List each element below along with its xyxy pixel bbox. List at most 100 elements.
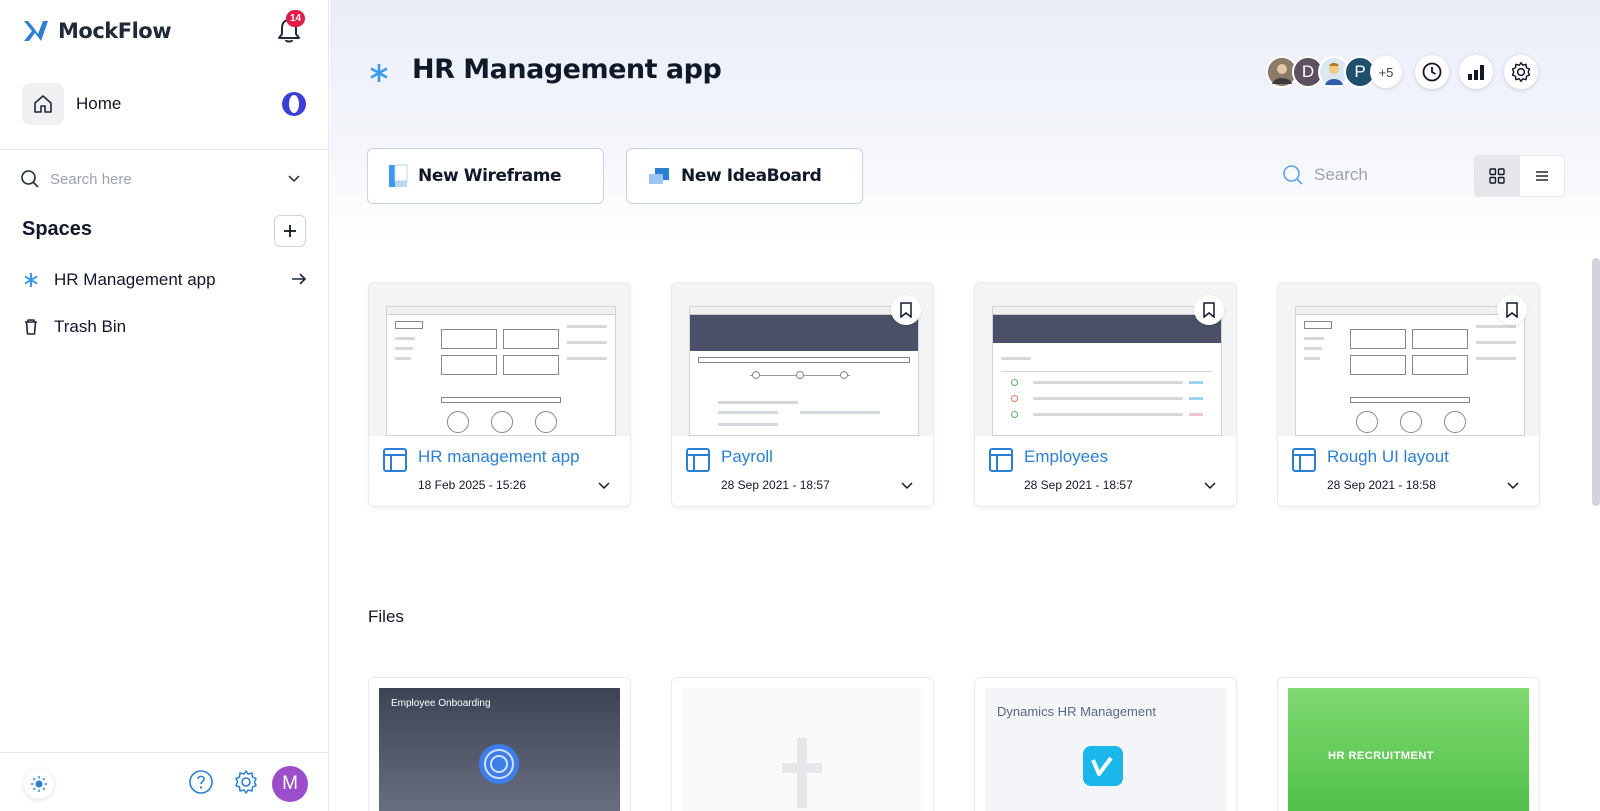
view-toggle: [1474, 155, 1565, 197]
file-caption: Employee Onboarding: [391, 698, 491, 709]
chevron-down-icon: [1204, 482, 1216, 490]
chevron-down-icon: [598, 482, 610, 490]
brand-logo[interactable]: MockFlow: [22, 18, 172, 44]
spaces-heading: Spaces: [22, 218, 93, 240]
asterisk-icon: [370, 64, 388, 82]
user-avatar[interactable]: M: [272, 766, 308, 802]
project-date: 28 Sep 2021 - 18:57: [721, 478, 830, 492]
project-date: 18 Feb 2025 - 15:26: [418, 478, 527, 492]
project-date: 28 Sep 2021 - 18:57: [1024, 478, 1133, 492]
settings-button[interactable]: [1504, 55, 1538, 89]
home-label: Home: [76, 94, 122, 113]
project-search-input[interactable]: Search: [1282, 160, 1462, 190]
sidebar-divider: [0, 149, 329, 150]
search-icon: [1283, 165, 1303, 185]
bookmark-button[interactable]: [891, 295, 921, 325]
chevron-down-icon: [1507, 482, 1519, 490]
file-caption: Dynamics HR Management: [997, 704, 1156, 719]
asterisk-icon: [24, 273, 38, 287]
trash-icon: [25, 319, 37, 335]
project-options-button[interactable]: [893, 471, 921, 499]
theme-toggle-button[interactable]: [24, 769, 54, 799]
wireframe-preview: [385, 306, 616, 436]
mockflow-logo-icon: [24, 21, 48, 41]
file-card[interactable]: Employee Onboarding: [368, 677, 631, 811]
sidebar-search-placeholder: Search here: [50, 170, 132, 188]
chevron-down-icon[interactable]: [286, 170, 302, 186]
files-heading: Files: [368, 607, 404, 626]
notifications-button[interactable]: 14: [276, 10, 306, 46]
placeholder-image-icon: [782, 738, 822, 808]
project-card[interactable]: Employees 28 Sep 2021 - 18:57: [974, 282, 1237, 507]
vimeo-icon: [1083, 746, 1123, 786]
analytics-button[interactable]: [1459, 55, 1493, 89]
bookmark-button[interactable]: [1194, 295, 1224, 325]
ideaboard-icon: [649, 168, 669, 184]
page-title: HR Management app: [412, 54, 722, 85]
bookmark-icon: [1203, 302, 1215, 318]
project-options-button[interactable]: [1196, 471, 1224, 499]
brand-name: MockFlow: [58, 19, 172, 43]
grid-view-button[interactable]: [1475, 156, 1520, 196]
add-space-button[interactable]: [274, 215, 306, 247]
sidebar-footer: M: [0, 752, 329, 811]
history-button[interactable]: [1415, 55, 1449, 89]
sidebar-item-trash-bin[interactable]: Trash Bin: [22, 313, 308, 341]
project-title[interactable]: Payroll: [721, 447, 773, 467]
wireframe-preview: [688, 306, 919, 436]
project-title[interactable]: Employees: [1024, 447, 1108, 467]
sidebar-item-label: HR Management app: [54, 270, 216, 289]
sidebar-item-hr-management-app[interactable]: HR Management app: [22, 266, 308, 294]
bookmark-button[interactable]: [1497, 295, 1527, 325]
wireframe-preview: [1294, 306, 1525, 436]
notification-count-badge: 14: [286, 10, 306, 27]
wireframe-icon: [389, 164, 408, 187]
more-collaborators-badge[interactable]: +5: [1370, 56, 1402, 88]
sidebar-item-home[interactable]: Home: [22, 82, 312, 126]
file-thumbnail: Employee Onboarding: [379, 688, 620, 811]
home-icon: [22, 83, 64, 125]
bookmark-icon: [900, 302, 912, 318]
collaborator-avatars[interactable]: D P +5: [1266, 56, 1402, 90]
gear-icon[interactable]: [233, 769, 259, 795]
help-icon[interactable]: [188, 769, 214, 795]
project-card[interactable]: Rough UI layout 28 Sep 2021 - 18:58: [1277, 282, 1540, 507]
file-card[interactable]: HR RECRUITMENT: [1277, 677, 1540, 811]
new-ideaboard-label: New IdeaBoard: [681, 166, 822, 186]
signal-bars-icon: [1468, 65, 1484, 80]
grid-icon: [1489, 168, 1505, 184]
sun-icon: [31, 776, 47, 792]
file-thumbnail: [682, 688, 923, 811]
file-thumbnail: HR RECRUITMENT: [1288, 688, 1529, 811]
project-thumbnail[interactable]: [369, 283, 630, 436]
file-card[interactable]: [671, 677, 934, 811]
new-wireframe-button[interactable]: New Wireframe: [367, 148, 604, 204]
project-card[interactable]: HR management app 18 Feb 2025 - 15:26: [368, 282, 631, 507]
search-icon: [21, 170, 39, 188]
sidebar-search-input[interactable]: Search here: [20, 166, 302, 192]
project-date: 28 Sep 2021 - 18:58: [1327, 478, 1436, 492]
sidebar-item-label: Trash Bin: [54, 317, 127, 336]
new-wireframe-label: New Wireframe: [418, 166, 562, 186]
file-caption: HR RECRUITMENT: [1328, 750, 1434, 762]
list-view-button[interactable]: [1520, 156, 1565, 196]
main-content: HR Management app D P +5 New Wireframe N…: [330, 0, 1600, 811]
project-title[interactable]: Rough UI layout: [1327, 447, 1449, 467]
list-icon: [1535, 171, 1548, 181]
project-title[interactable]: HR management app: [418, 447, 580, 467]
chevron-down-icon: [901, 482, 913, 490]
sidebar: MockFlow 14 Home Search here Spaces HR M…: [0, 0, 329, 811]
new-ideaboard-button[interactable]: New IdeaBoard: [626, 148, 863, 204]
main-scrollbar[interactable]: [1592, 258, 1600, 506]
wireframe-preview: [991, 306, 1222, 436]
project-card[interactable]: Payroll 28 Sep 2021 - 18:57: [671, 282, 934, 507]
project-search-placeholder: Search: [1314, 165, 1368, 184]
clock-icon: [1422, 62, 1442, 82]
arrow-right-icon[interactable]: [290, 270, 308, 288]
wireframe-type-icon: [383, 448, 407, 472]
file-card[interactable]: Dynamics HR Management: [974, 677, 1237, 811]
plus-icon: [284, 225, 296, 237]
project-options-button[interactable]: [590, 471, 618, 499]
opera-icon[interactable]: [280, 90, 308, 118]
project-options-button[interactable]: [1499, 471, 1527, 499]
